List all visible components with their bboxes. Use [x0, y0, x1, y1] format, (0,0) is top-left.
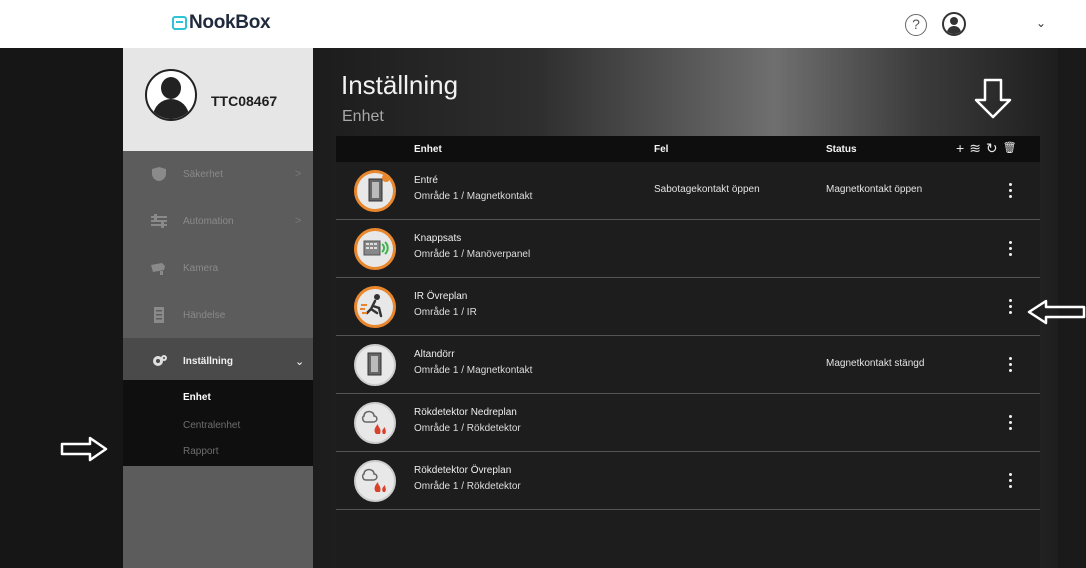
sidebar-item-automation[interactable]: Automation > — [123, 198, 313, 244]
table-actions: + ≋ ↻ 🗑 — [956, 140, 1017, 156]
device-status: Magnetkontakt öppen — [826, 184, 923, 195]
left-backdrop — [0, 48, 123, 568]
main-content: Inställning Enhet Enhet Fel Status + ≋ ↻… — [313, 48, 1058, 568]
chevron-down-icon[interactable]: ⌄ — [1036, 16, 1046, 30]
chevron-right-icon: > — [295, 168, 302, 180]
arrow-right-outline-icon — [60, 436, 108, 462]
device-name: Entré — [414, 175, 438, 186]
logo-text: NookBox — [189, 12, 271, 33]
column-header-fault: Fel — [654, 144, 669, 155]
device-table: Enhet Fel Status + ≋ ↻ 🗑 Entré Område 1 … — [336, 136, 1040, 568]
sidebar: TTC08467 Säkerhet > Automation > Kamera … — [123, 48, 313, 568]
device-area-type: Område 1 / IR — [414, 307, 477, 318]
camera-icon — [151, 263, 165, 275]
device-area-type: Område 1 / Manöverpanel — [414, 249, 531, 260]
page-title: Inställning — [341, 70, 459, 100]
table-row[interactable]: Entré Område 1 / Magnetkontakt Sabotagek… — [336, 163, 1040, 220]
column-header-device: Enhet — [414, 144, 442, 155]
device-name: Altandörr — [414, 349, 455, 360]
device-name: IR Övreplan — [414, 291, 468, 302]
device-status: Magnetkontakt stängd — [826, 358, 925, 369]
more-options-icon[interactable] — [1004, 297, 1016, 317]
door-contact-icon — [354, 170, 396, 212]
sidebar-item-label: Kamera — [183, 262, 219, 274]
device-area-type: Område 1 / Rökdetektor — [414, 481, 521, 492]
table-row[interactable]: IR Övreplan Område 1 / IR — [336, 279, 1040, 336]
user-circle-icon[interactable] — [942, 12, 966, 36]
delete-icon[interactable]: 🗑 — [1003, 140, 1017, 156]
submenu-item-centralenhet[interactable]: Centralenhet — [183, 420, 240, 431]
table-row[interactable]: Rökdetektor Nedreplan Område 1 / Rökdete… — [336, 395, 1040, 452]
device-name: Rökdetektor Övreplan — [414, 465, 512, 476]
device-name: Knappsats — [414, 233, 462, 244]
settings-submenu: Enhet Centralenhet Rapport — [123, 380, 313, 466]
profile-card: TTC08467 — [123, 48, 313, 151]
sidebar-item-label: Automation — [183, 215, 234, 227]
table-row[interactable]: Altandörr Område 1 / Magnetkontakt Magne… — [336, 337, 1040, 394]
device-area-type: Område 1 / Rökdetektor — [414, 423, 521, 434]
question-circle-icon[interactable]: ? — [905, 14, 927, 36]
device-name: Rökdetektor Nedreplan — [414, 407, 517, 418]
more-options-icon[interactable] — [1004, 181, 1016, 201]
chevron-down-icon: ⌄ — [295, 355, 305, 368]
chevron-right-icon: > — [295, 215, 302, 227]
device-area-type: Område 1 / Magnetkontakt — [414, 365, 533, 376]
wireless-icon[interactable]: ≋ — [969, 140, 981, 156]
column-header-status: Status — [826, 144, 857, 155]
list-icon — [154, 307, 164, 323]
gear-icon — [153, 355, 167, 366]
device-area-type: Område 1 / Magnetkontakt — [414, 191, 533, 202]
avatar[interactable] — [145, 69, 197, 121]
top-bar: NookBox ? ⌄ — [0, 0, 1086, 48]
page-subtitle: Enhet — [342, 108, 384, 125]
keypad-icon — [354, 228, 396, 270]
arrow-left-outline-icon — [1027, 299, 1086, 325]
sliders-icon — [151, 214, 167, 228]
sidebar-item-installning[interactable]: Inställning ⌄ — [123, 338, 313, 384]
smoke-detector-icon — [354, 460, 396, 502]
table-header: Enhet Fel Status + ≋ ↻ 🗑 — [336, 136, 1040, 162]
more-options-icon[interactable] — [1004, 471, 1016, 491]
motion-sensor-icon — [354, 286, 396, 328]
submenu-item-enhet[interactable]: Enhet — [183, 392, 211, 403]
shield-icon — [152, 167, 166, 181]
sidebar-item-label: Händelse — [183, 309, 226, 321]
door-contact-icon — [354, 344, 396, 386]
submenu-item-rapport[interactable]: Rapport — [183, 446, 219, 457]
table-row[interactable]: Knappsats Område 1 / Manöverpanel — [336, 221, 1040, 278]
arrow-down-outline-icon — [974, 78, 1012, 119]
device-fault: Sabotagekontakt öppen — [654, 184, 760, 195]
sidebar-item-sakerhet[interactable]: Säkerhet > — [123, 151, 313, 197]
more-options-icon[interactable] — [1004, 413, 1016, 433]
smoke-detector-icon — [354, 402, 396, 444]
sidebar-item-handelse[interactable]: Händelse — [123, 292, 313, 338]
sidebar-item-kamera[interactable]: Kamera — [123, 245, 313, 291]
username: TTC08467 — [211, 93, 278, 109]
refresh-icon[interactable]: ↻ — [986, 140, 998, 156]
sidebar-item-label: Inställning — [183, 355, 233, 367]
more-options-icon[interactable] — [1004, 355, 1016, 375]
add-icon[interactable]: + — [956, 140, 964, 156]
nookbox-logo[interactable]: NookBox — [172, 12, 271, 34]
table-row[interactable]: Rökdetektor Övreplan Område 1 / Rökdetek… — [336, 453, 1040, 510]
logo-mark-icon — [172, 16, 187, 30]
sidebar-item-label: Säkerhet — [183, 168, 224, 180]
more-options-icon[interactable] — [1004, 239, 1016, 259]
